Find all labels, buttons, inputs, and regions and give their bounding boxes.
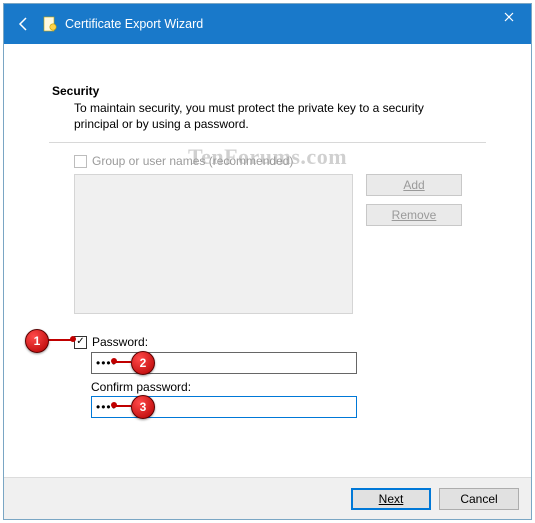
next-button[interactable]: Next — [351, 488, 431, 510]
back-icon[interactable] — [14, 14, 34, 34]
cancel-button[interactable]: Cancel — [439, 488, 519, 510]
password-label: Password: — [92, 335, 148, 349]
group-names-label: Group or user names (recommended) — [92, 154, 293, 168]
divider — [49, 142, 486, 143]
group-names-row: Group or user names (recommended) — [74, 154, 293, 168]
group-names-list — [74, 174, 353, 314]
add-button: Add — [366, 174, 462, 196]
security-description: To maintain security, you must protect t… — [74, 100, 471, 132]
wizard-body: Security To maintain security, you must … — [4, 44, 531, 519]
password-input[interactable] — [91, 352, 357, 374]
title-bar: Certificate Export Wizard — [4, 4, 531, 44]
certificate-icon — [42, 16, 58, 32]
annotation-badge-1: 1 — [25, 329, 49, 353]
footer: Next Cancel — [4, 478, 531, 519]
window-title: Certificate Export Wizard — [65, 17, 203, 31]
confirm-password-input[interactable] — [91, 396, 357, 418]
annotation-connector-1 — [47, 339, 71, 341]
group-names-checkbox[interactable] — [74, 155, 87, 168]
confirm-password-label: Confirm password: — [91, 380, 191, 394]
password-row: ✓ Password: — [74, 335, 148, 349]
close-icon[interactable] — [486, 4, 531, 30]
wizard-window: Certificate Export Wizard Security To ma… — [3, 3, 532, 520]
password-checkbox[interactable]: ✓ — [74, 336, 87, 349]
remove-button: Remove — [366, 204, 462, 226]
security-heading: Security — [52, 84, 99, 98]
